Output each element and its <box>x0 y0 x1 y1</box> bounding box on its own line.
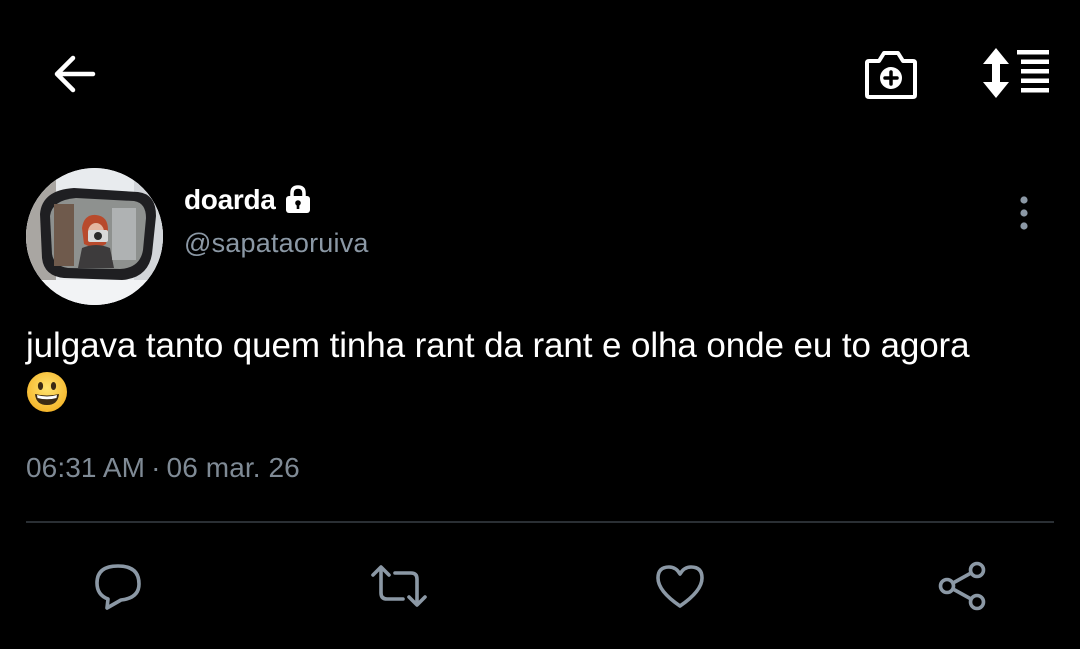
display-name[interactable]: doarda <box>184 184 276 216</box>
camera-button[interactable] <box>858 42 924 106</box>
share-icon <box>938 561 986 611</box>
reply-icon <box>95 564 141 610</box>
tweet-date: 06 mar. 26 <box>166 452 300 483</box>
timestamp-separator: · <box>151 452 161 483</box>
more-vertical-icon <box>1020 196 1028 230</box>
tweet-text: julgava tanto quem tinha rant da rant e … <box>26 322 1056 418</box>
timeline-sort-button[interactable] <box>980 44 1052 102</box>
back-button[interactable] <box>46 48 102 100</box>
grinning-face-emoji <box>26 371 68 413</box>
reply-button[interactable] <box>88 556 148 616</box>
heart-icon <box>656 565 704 608</box>
divider <box>26 521 1054 523</box>
share-button[interactable] <box>932 556 992 616</box>
profile-photo <box>26 168 163 305</box>
tweet-timestamp: 06:31 AM · 06 mar. 26 <box>26 452 300 484</box>
retweet-button[interactable] <box>369 556 429 616</box>
tweet-body: julgava tanto quem tinha rant da rant e … <box>26 326 970 365</box>
like-button[interactable] <box>650 556 710 616</box>
tweet-time: 06:31 AM <box>26 452 146 483</box>
lock-icon <box>284 185 312 215</box>
tweet-actions-bar <box>0 550 1080 622</box>
sort-timeline-icon <box>983 48 1049 98</box>
arrow-left-icon <box>54 55 96 93</box>
author-name-row: doarda <box>184 178 312 222</box>
retweet-icon <box>371 565 427 607</box>
camera-plus-icon <box>865 51 917 99</box>
avatar[interactable] <box>26 168 163 305</box>
user-handle[interactable]: @sapataoruiva <box>184 228 369 259</box>
more-options-button[interactable] <box>1006 190 1042 236</box>
top-bar <box>0 0 1080 150</box>
